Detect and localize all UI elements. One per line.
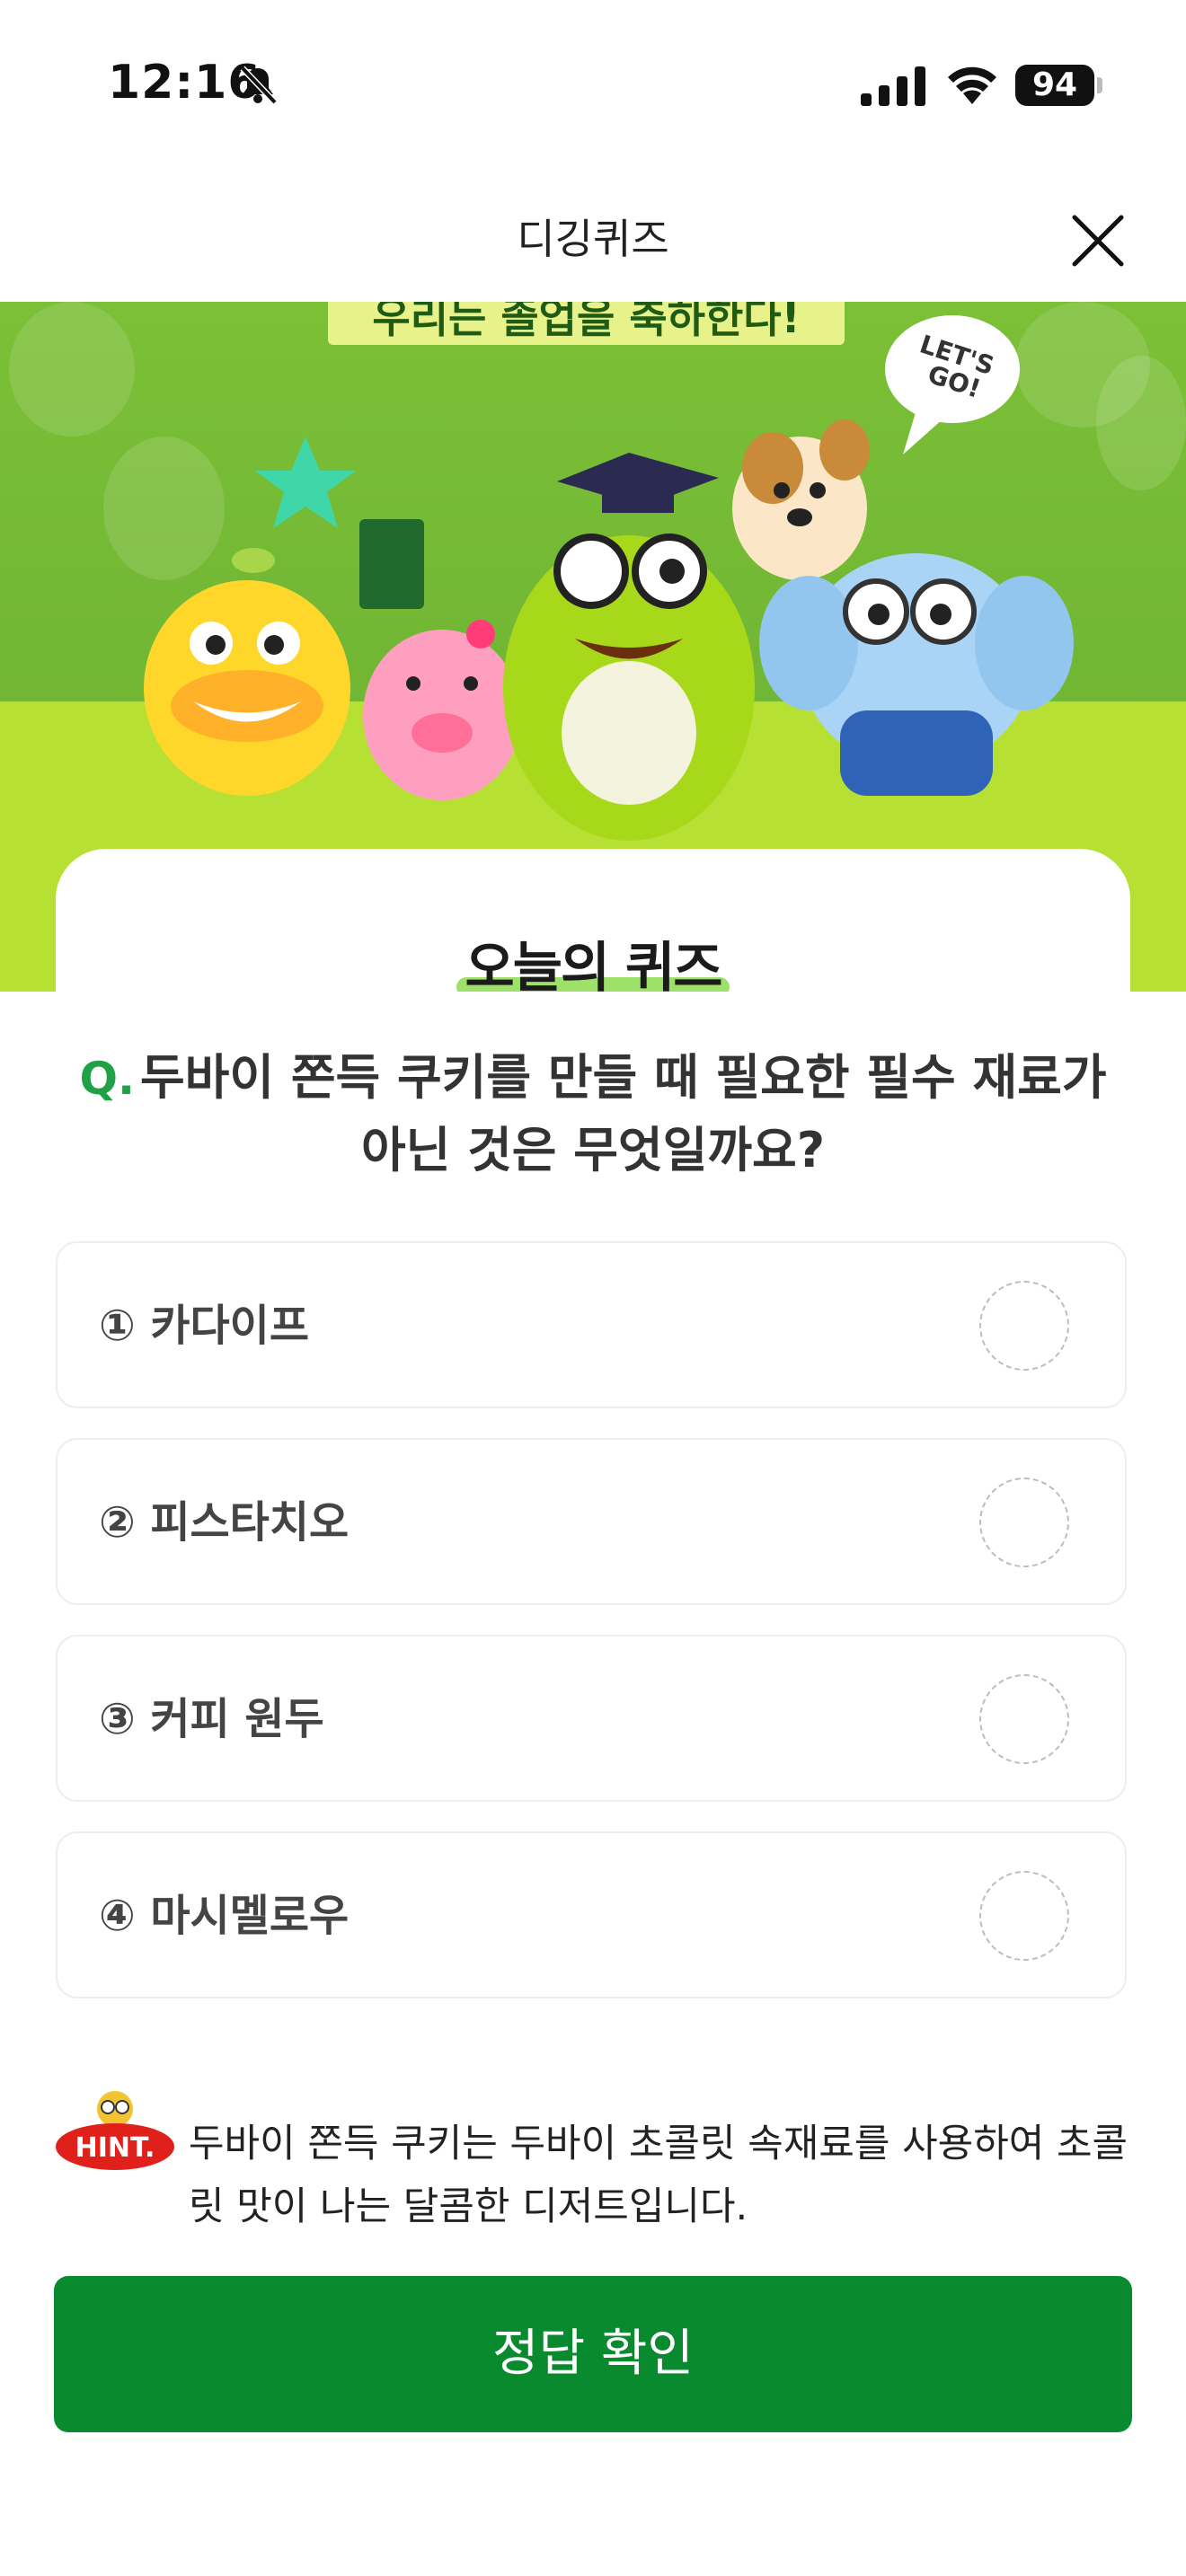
card-heading: 오늘의 퀴즈	[56, 924, 1130, 992]
battery-tip	[1097, 77, 1102, 93]
hint-text: 두바이 쫀득 쿠키는 두바이 초콜릿 속재료를 사용하여 초콜릿 맛이 나는 달…	[189, 2122, 1128, 2229]
confirm-answer-button[interactable]: 정답 확인	[54, 2276, 1132, 2432]
hint-badge-icon: HINT.	[56, 2091, 174, 2170]
battery-icon: 94	[1015, 65, 1094, 106]
option-2[interactable]: ② 피스타치오	[56, 1438, 1127, 1605]
option-1[interactable]: ① 카다이프	[56, 1241, 1127, 1408]
bell-slash-icon	[240, 66, 278, 105]
quiz-banner: 우리는 졸업을 축하한다! LET'S GO! 오늘의 퀴즈	[0, 302, 1186, 992]
status-bar: 12:16 94	[0, 0, 1186, 171]
close-icon[interactable]	[1060, 203, 1136, 278]
option-3[interactable]: ③ 커피 원두	[56, 1635, 1127, 1802]
option-4[interactable]: ④ 마시멜로우	[56, 1831, 1127, 1998]
radio-circle-icon[interactable]	[979, 1871, 1069, 1961]
option-label: ④ 마시멜로우	[99, 1891, 350, 1941]
radio-circle-icon[interactable]	[979, 1478, 1069, 1567]
quiz-card: 오늘의 퀴즈	[56, 849, 1130, 992]
page-title: 디깅퀴즈	[517, 215, 669, 263]
confirm-answer-label: 정답 확인	[492, 2325, 694, 2383]
cellular-signal-icon	[861, 66, 925, 106]
radio-circle-icon[interactable]	[979, 1674, 1069, 1764]
option-label: ③ 커피 원두	[99, 1694, 324, 1744]
card-heading-text: 오늘의 퀴즈	[456, 924, 730, 992]
hint-badge-label: HINT.	[75, 2132, 155, 2164]
nav-bar: 디깅퀴즈	[0, 171, 1186, 302]
question-mark: Q.	[79, 1053, 135, 1105]
radio-circle-icon[interactable]	[979, 1281, 1069, 1371]
wifi-icon	[948, 66, 996, 104]
option-label: ② 피스타치오	[99, 1497, 350, 1548]
question-text: 두바이 쫀득 쿠키를 만들 때 필요한 필수 재료가 아닌 것은 무엇일까요?	[139, 1049, 1107, 1178]
option-label: ① 카다이프	[99, 1301, 309, 1351]
question: Q. 두바이 쫀득 쿠키를 만들 때 필요한 필수 재료가 아닌 것은 무엇일까요…	[72, 1042, 1114, 1187]
